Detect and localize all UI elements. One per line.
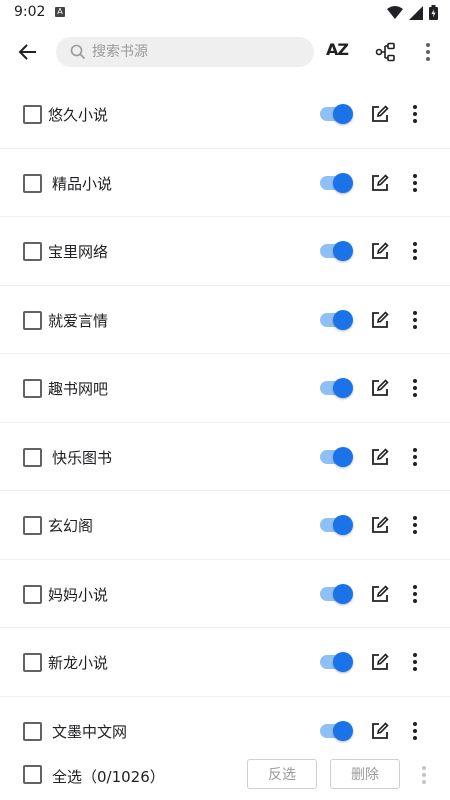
- switch-thumb: [333, 515, 353, 535]
- list-item: 悠久小说: [0, 80, 450, 149]
- more-icon[interactable]: [405, 652, 425, 672]
- enable-switch[interactable]: [320, 652, 354, 672]
- source-name: 宝里网络: [48, 243, 109, 261]
- delete-button[interactable]: 删除: [330, 759, 400, 789]
- more-icon[interactable]: [405, 173, 425, 193]
- notification-icon: A: [55, 7, 65, 17]
- source-list: 悠久小说 精品小说 宝里网络 就爱言情 趣书网吧 快乐图书 玄幻阁 妈妈小说 新…: [0, 80, 450, 765]
- row-checkbox[interactable]: [23, 447, 42, 467]
- source-name: 精品小说: [52, 174, 113, 193]
- bottom-action-bar: 全选（0/1026） 反选 删除: [0, 755, 450, 795]
- switch-thumb: [333, 241, 353, 261]
- enable-switch[interactable]: [320, 583, 354, 604]
- search-input[interactable]: [92, 44, 292, 60]
- more-icon[interactable]: [405, 721, 425, 741]
- more-icon[interactable]: [405, 241, 425, 261]
- battery-icon: [429, 5, 438, 20]
- list-item: 宝里网络: [0, 217, 450, 286]
- bottom-more-icon[interactable]: [414, 765, 434, 785]
- switch-thumb: [333, 378, 353, 398]
- toolbar: AZ: [0, 26, 450, 82]
- edit-icon[interactable]: [370, 515, 390, 535]
- row-checkbox[interactable]: [23, 653, 42, 672]
- more-icon[interactable]: [405, 584, 425, 604]
- enable-switch[interactable]: [320, 309, 354, 330]
- source-name: 文墨中文网: [52, 722, 128, 741]
- enable-switch[interactable]: [320, 104, 354, 124]
- enable-switch[interactable]: [320, 378, 354, 398]
- invert-selection-button[interactable]: 反选: [247, 759, 317, 789]
- status-time: 9:02: [14, 4, 46, 20]
- row-checkbox[interactable]: [23, 173, 42, 193]
- source-name: 妈妈小说: [48, 585, 109, 604]
- search-bar[interactable]: [56, 37, 314, 67]
- row-checkbox[interactable]: [23, 584, 42, 604]
- select-all-checkbox[interactable]: [23, 765, 42, 784]
- edit-icon[interactable]: [370, 721, 390, 741]
- edit-icon[interactable]: [370, 104, 390, 124]
- edit-icon[interactable]: [370, 652, 390, 672]
- source-name: 玄幻阁: [48, 517, 94, 535]
- status-bar: 9:02 A: [0, 0, 450, 26]
- group-icon[interactable]: [374, 40, 398, 64]
- sort-az-icon[interactable]: AZ: [326, 40, 349, 59]
- edit-icon[interactable]: [370, 584, 390, 604]
- list-item: 精品小说: [0, 149, 450, 217]
- enable-switch[interactable]: [320, 172, 354, 193]
- select-all-label[interactable]: 全选（0/1026）: [52, 766, 165, 787]
- switch-thumb: [333, 583, 353, 604]
- enable-switch[interactable]: [320, 446, 354, 467]
- switch-thumb: [333, 104, 353, 124]
- row-checkbox[interactable]: [23, 379, 42, 398]
- list-item: 玄幻阁: [0, 491, 450, 560]
- enable-switch[interactable]: [320, 241, 354, 261]
- row-checkbox[interactable]: [23, 105, 42, 124]
- signal-icon: [409, 5, 423, 20]
- source-name: 悠久小说: [48, 106, 109, 124]
- edit-icon[interactable]: [370, 447, 390, 467]
- enable-switch[interactable]: [320, 515, 354, 535]
- source-name: 就爱言情: [48, 311, 109, 330]
- row-checkbox[interactable]: [23, 721, 42, 741]
- search-icon: [70, 44, 86, 60]
- row-checkbox[interactable]: [23, 242, 42, 261]
- more-icon[interactable]: [405, 378, 425, 398]
- more-icon[interactable]: [405, 104, 425, 124]
- edit-icon[interactable]: [370, 310, 390, 330]
- switch-thumb: [333, 720, 353, 741]
- more-icon[interactable]: [405, 515, 425, 535]
- source-name: 趣书网吧: [48, 380, 109, 398]
- list-item: 新龙小说: [0, 628, 450, 697]
- list-item: 就爱言情: [0, 286, 450, 354]
- source-name: 快乐图书: [52, 448, 113, 467]
- switch-thumb: [333, 172, 353, 193]
- edit-icon[interactable]: [370, 241, 390, 261]
- switch-thumb: [333, 446, 353, 467]
- status-icons: [387, 5, 438, 20]
- more-icon[interactable]: [405, 310, 425, 330]
- edit-icon[interactable]: [370, 173, 390, 193]
- row-checkbox[interactable]: [23, 516, 42, 535]
- switch-thumb: [333, 652, 353, 672]
- row-checkbox[interactable]: [23, 310, 42, 330]
- list-item: 快乐图书: [0, 423, 450, 491]
- edit-icon[interactable]: [370, 378, 390, 398]
- more-icon[interactable]: [405, 447, 425, 467]
- list-item: 妈妈小说: [0, 560, 450, 628]
- back-arrow-icon[interactable]: [16, 40, 40, 64]
- source-name: 新龙小说: [48, 654, 109, 672]
- list-item: 趣书网吧: [0, 354, 450, 423]
- switch-thumb: [333, 309, 353, 330]
- enable-switch[interactable]: [320, 720, 354, 741]
- wifi-icon: [387, 5, 403, 19]
- overflow-menu-icon[interactable]: [418, 40, 438, 64]
